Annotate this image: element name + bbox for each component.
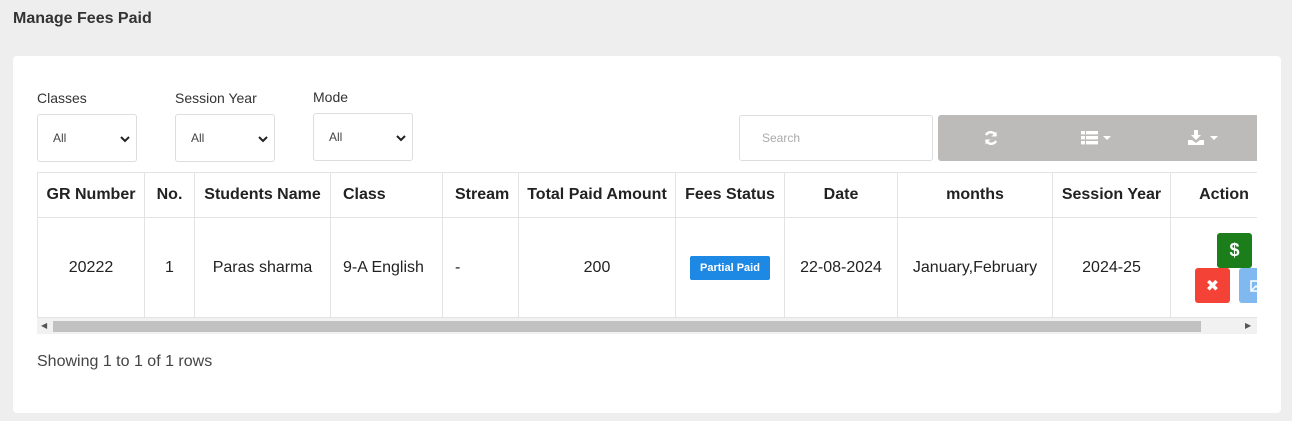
cell-session-year: 2024-25: [1052, 217, 1171, 318]
cell-date: 22-08-2024: [784, 217, 898, 318]
filter-session-year: Session Year All: [175, 90, 275, 162]
status-badge: Partial Paid: [690, 255, 770, 280]
horizontal-scrollbar[interactable]: ◀ ▶: [37, 318, 1257, 334]
cell-student-name: Paras sharma: [194, 217, 331, 318]
refresh-button[interactable]: [938, 115, 1044, 161]
download-icon: [1187, 130, 1218, 145]
col-fees-status[interactable]: Fees Status: [675, 172, 785, 218]
refresh-icon: [985, 131, 998, 145]
dollar-icon: $: [1229, 240, 1240, 260]
cell-months: January,February: [897, 217, 1053, 318]
fees-table: GR Number No. Students Name Class Stream…: [37, 172, 1257, 318]
filter-mode-label: Mode: [313, 89, 349, 105]
chevron-down-icon: [396, 135, 406, 142]
cell-actions: $ ✖: [1170, 217, 1257, 318]
mode-select[interactable]: All: [313, 113, 413, 161]
cell-total-paid: 200: [518, 217, 676, 318]
search-placeholder: Search: [762, 131, 801, 145]
session-year-select-value: All: [191, 131, 205, 145]
scroll-left-arrow-icon[interactable]: ◀: [41, 322, 49, 330]
scrollbar-thumb[interactable]: [53, 321, 1201, 332]
view-receipt-button[interactable]: [1239, 268, 1257, 303]
col-date[interactable]: Date: [784, 172, 898, 218]
col-students-name[interactable]: Students Name: [194, 172, 331, 218]
filter-session-year-label: Session Year: [175, 90, 257, 106]
mode-select-value: All: [329, 130, 343, 144]
col-action: Action: [1170, 172, 1257, 218]
image-icon: [1249, 279, 1257, 292]
col-gr-number[interactable]: GR Number: [37, 172, 145, 218]
classes-select[interactable]: All: [37, 114, 137, 162]
fees-table-container: GR Number No. Students Name Class Stream…: [37, 172, 1257, 318]
cell-stream: -: [442, 217, 519, 318]
filter-classes-label: Classes: [37, 90, 87, 106]
export-button[interactable]: [1151, 115, 1257, 161]
col-total-paid-amount[interactable]: Total Paid Amount: [518, 172, 676, 218]
filter-mode: Mode All: [313, 89, 413, 161]
cell-fees-status: Partial Paid: [675, 217, 785, 318]
table-header-row: GR Number No. Students Name Class Stream…: [37, 172, 1257, 218]
columns-list-icon: [1081, 131, 1112, 145]
scroll-right-arrow-icon[interactable]: ▶: [1245, 322, 1253, 330]
cell-class: 9-A English: [330, 217, 443, 318]
cell-no: 1: [144, 217, 195, 318]
page-title: Manage Fees Paid: [13, 10, 152, 27]
search-input[interactable]: Search: [739, 115, 933, 161]
col-stream[interactable]: Stream: [442, 172, 519, 218]
fees-card: Classes All Session Year All Mode All Se…: [13, 56, 1281, 413]
close-icon: ✖: [1205, 277, 1220, 295]
table-toolbar: [938, 115, 1257, 161]
col-class[interactable]: Class: [330, 172, 443, 218]
chevron-down-icon: [120, 136, 130, 143]
col-session-year[interactable]: Session Year: [1052, 172, 1171, 218]
session-year-select[interactable]: All: [175, 114, 275, 162]
pagination-summary: Showing 1 to 1 of 1 rows: [37, 353, 213, 370]
classes-select-value: All: [53, 131, 67, 145]
col-months[interactable]: months: [897, 172, 1053, 218]
delete-button[interactable]: ✖: [1195, 268, 1230, 303]
filter-classes: Classes All: [37, 90, 137, 162]
col-no[interactable]: No.: [144, 172, 195, 218]
chevron-down-icon: [258, 136, 268, 143]
table-row: 20222 1 Paras sharma 9-A English - 200 P…: [37, 217, 1257, 318]
pay-button[interactable]: $: [1217, 233, 1252, 268]
columns-button[interactable]: [1044, 115, 1150, 161]
cell-gr-number: 20222: [37, 217, 145, 318]
